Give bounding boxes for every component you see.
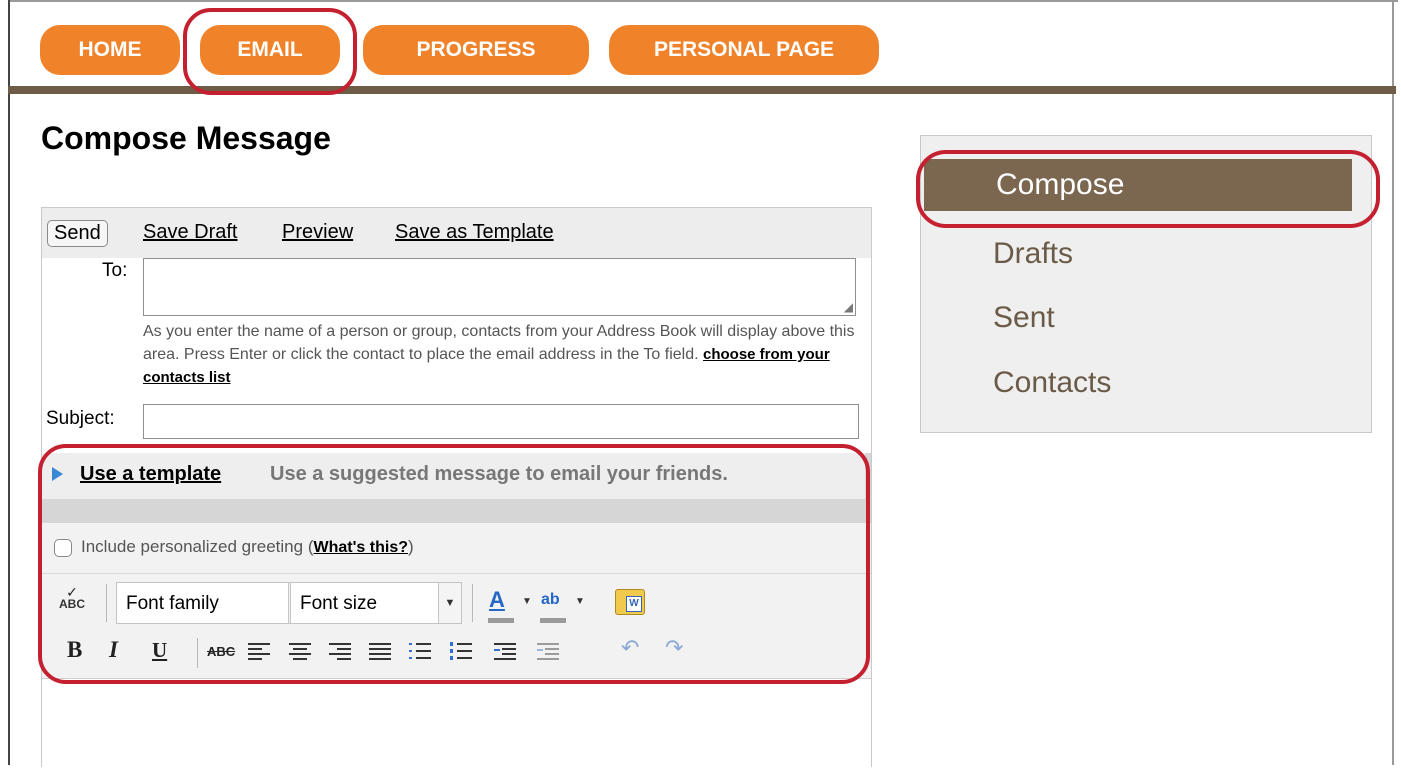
bold-icon[interactable]: B [67, 638, 82, 662]
email-sidebar: Compose Drafts Sent Contacts [920, 135, 1372, 433]
whats-this-link[interactable]: What's this? [314, 539, 408, 556]
nav-tab-progress[interactable]: PROGRESS [363, 25, 589, 75]
word-doc-icon: W [626, 596, 642, 612]
nav-tab-email[interactable]: EMAIL [200, 25, 340, 75]
use-template-link[interactable]: Use a template [80, 463, 221, 486]
highlight-color-swatch [540, 618, 566, 623]
frame-right-border [1392, 0, 1394, 765]
numbered-list-icon[interactable] [450, 642, 472, 660]
chevron-down-icon[interactable]: ▼ [438, 583, 461, 623]
template-description: Use a suggested message to email your fr… [270, 463, 728, 485]
sidebar-item-sent[interactable]: Sent [921, 292, 1371, 344]
undo-icon[interactable]: ↶ [621, 636, 639, 660]
preview-link[interactable]: Preview [282, 221, 353, 244]
frame-left-border [8, 0, 10, 765]
italic-icon[interactable]: I [109, 638, 118, 662]
sidebar-item-compose[interactable]: Compose [924, 159, 1352, 211]
page-title: Compose Message [41, 120, 331, 156]
sidebar-item-contacts[interactable]: Contacts [921, 357, 1371, 409]
outdent-icon[interactable] [537, 642, 559, 660]
font-family-value: Font family [126, 593, 219, 614]
toolbar-separator [106, 584, 107, 622]
align-right-icon[interactable] [329, 642, 351, 660]
align-justify-icon[interactable] [369, 642, 391, 660]
expand-triangle-icon[interactable] [52, 467, 63, 481]
font-color-dropdown-icon[interactable]: ▼ [522, 596, 532, 607]
spellcheck-icon[interactable]: ✓ ABC [52, 585, 92, 616]
greeting-label: Include personalized greeting (What's th… [81, 537, 414, 557]
save-draft-link[interactable]: Save Draft [143, 221, 237, 244]
to-help-text: As you enter the name of a person or gro… [143, 320, 883, 389]
save-as-template-link[interactable]: Save as Template [395, 221, 554, 244]
paste-from-word-icon[interactable]: W [615, 589, 645, 615]
subject-field[interactable] [143, 404, 859, 439]
strikethrough-icon[interactable]: ABC [207, 640, 235, 664]
highlight-color-icon[interactable]: ab [541, 588, 560, 612]
underline-icon[interactable]: U [152, 638, 167, 662]
to-field[interactable]: ◢ [143, 258, 856, 316]
font-color-icon[interactable]: A [489, 588, 505, 612]
font-family-select[interactable]: Font family ▼ [116, 582, 312, 624]
font-color-swatch [488, 618, 514, 623]
paren-close: ) [407, 537, 414, 556]
font-size-select[interactable]: Font size ▼ [290, 582, 462, 624]
toolbar-separator [197, 638, 198, 668]
template-row: Use a template Use a suggested message t… [42, 453, 865, 499]
template-bar: Use a template Use a suggested message t… [42, 453, 871, 523]
align-left-icon[interactable] [248, 642, 270, 660]
nav-tab-home[interactable]: HOME [40, 25, 180, 75]
bullet-list-icon[interactable] [409, 642, 431, 660]
action-bar: Send Save Draft Preview Save as Template [42, 208, 871, 258]
frame-top-border [8, 0, 1398, 2]
spellcheck-label: ABC [59, 597, 85, 611]
nav-tab-personal-page[interactable]: PERSONAL PAGE [609, 25, 879, 75]
align-center-icon[interactable] [289, 642, 311, 660]
editor-toolbar: ✓ ABC Font family ▼ Font size ▼ A ▼ ab ▼… [42, 574, 871, 679]
compose-panel: Send Save Draft Preview Save as Template… [41, 207, 872, 769]
greeting-text: Include personalized greeting [81, 537, 304, 556]
font-size-value: Font size [300, 593, 378, 614]
greeting-row: Include personalized greeting (What's th… [42, 523, 871, 574]
resize-grip-icon[interactable]: ◢ [844, 301, 853, 313]
toolbar-separator [472, 584, 473, 622]
to-label: To: [102, 260, 128, 281]
sidebar-item-drafts[interactable]: Drafts [921, 228, 1371, 280]
send-button[interactable]: Send [47, 220, 108, 247]
nav-divider [8, 86, 1396, 94]
indent-icon[interactable] [494, 642, 516, 660]
message-body-editor[interactable] [42, 679, 871, 769]
redo-icon[interactable]: ↷ [665, 636, 683, 660]
highlight-dropdown-icon[interactable]: ▼ [575, 596, 585, 607]
personalized-greeting-checkbox[interactable] [54, 539, 72, 557]
subject-label: Subject: [46, 408, 115, 429]
